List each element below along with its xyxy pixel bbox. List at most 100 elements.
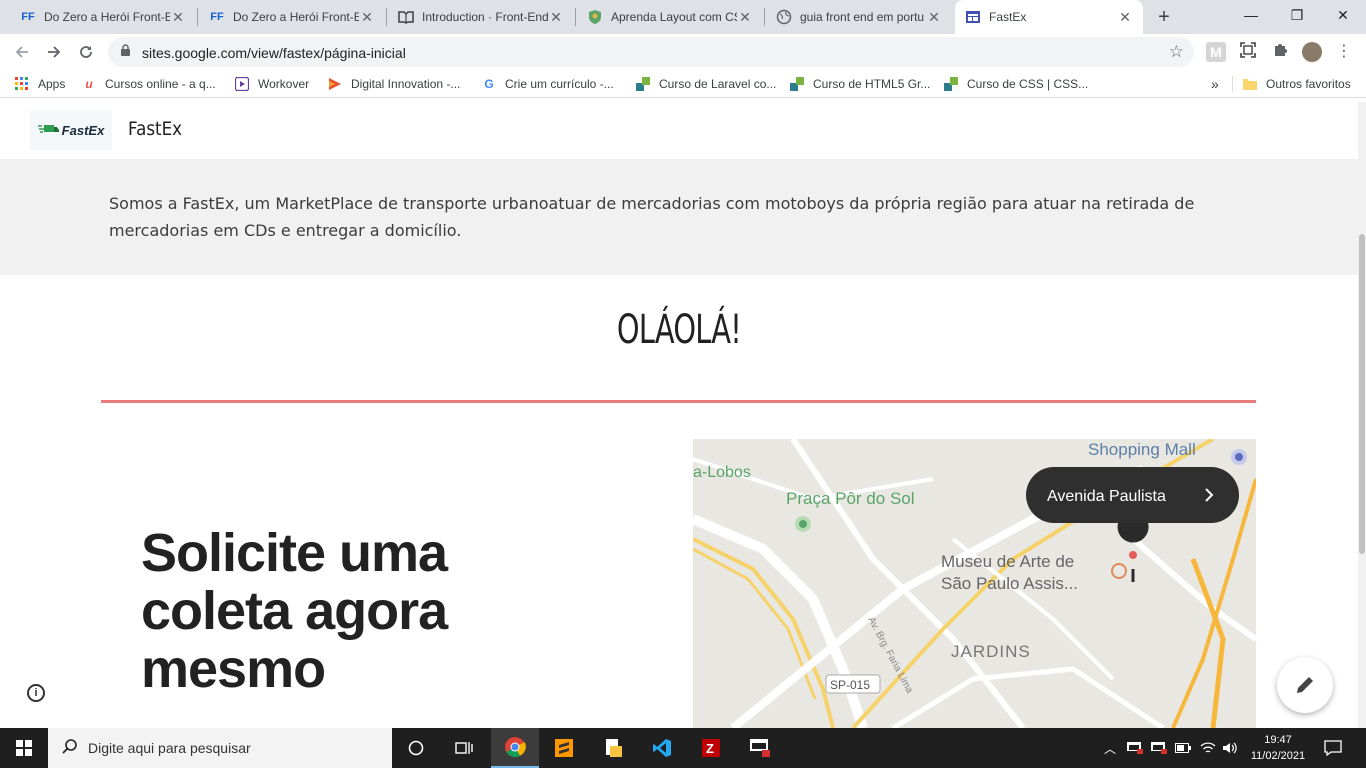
cta-heading: Solicite uma coleta agora mesmo [141,523,448,699]
bookmark-html5[interactable]: Curso de HTML5 Gr... [789,75,930,93]
shield-icon [587,9,603,25]
map-label-museu-2: São Paulo Assis... [941,574,1078,593]
profile-avatar[interactable] [1302,42,1322,62]
dio-icon [327,76,343,92]
tray-chevron-icon[interactable]: ︿ [1104,728,1116,768]
lock-icon [120,44,131,60]
tab-separator [386,8,387,26]
file-explorer-icon[interactable] [589,728,637,768]
intro-text: Somos a FastEx, um MarketPlace de transp… [109,194,1195,240]
page-heading: OLÁOLÁ! [616,307,742,353]
bookmark-digital-innovation[interactable]: Digital Innovation -... [327,75,460,93]
bookmark-crie-curriculo[interactable]: G Crie um currículo -... [481,75,614,93]
bookmark-css[interactable]: Curso de CSS | CSS... [943,75,1088,93]
screenshot-extension-icon[interactable] [1238,42,1258,62]
more-bookmarks-button[interactable]: » [1211,75,1219,93]
vscode-icon[interactable] [638,728,686,768]
close-icon[interactable]: ✕ [737,9,753,26]
task-view-icon[interactable] [440,728,488,768]
tab-strip: FF Do Zero a Herói Front-E ✕ FF Do Zero … [0,0,1366,34]
udemy-icon: u [85,77,93,91]
site-header: FastEx FastEx [0,102,1358,159]
section-divider [101,400,1256,403]
bookmark-workover[interactable]: Workover [234,75,309,93]
bookmark-apps[interactable]: Apps [14,75,65,93]
bookmark-cursos-online[interactable]: u Cursos online - a q... [81,75,215,93]
browser-toolbar: sites.google.com/view/fastex/página-inic… [0,34,1366,70]
wifi-icon[interactable] [1200,728,1216,768]
maximize-button[interactable]: ❐ [1274,0,1320,34]
search-placeholder: Digite aqui para pesquisar [88,740,251,756]
app-window-icon[interactable] [736,728,784,768]
address-bar[interactable]: sites.google.com/view/fastex/página-inic… [108,37,1194,67]
bookmark-label: Workover [258,77,310,91]
site-title[interactable]: FastEx [128,118,182,140]
page-scrollbar[interactable] [1358,102,1366,728]
bookmark-label: Crie um currículo -... [505,77,614,91]
close-icon[interactable]: ✕ [170,9,186,26]
tab-separator [575,8,576,26]
close-icon[interactable]: ✕ [548,9,564,26]
map-label-praca: Praça Pôr do Sol [786,489,915,508]
info-icon[interactable]: i [27,684,45,702]
scrollbar-thumb[interactable] [1359,234,1365,554]
chrome-taskbar-icon[interactable] [491,728,539,768]
edit-pencil-button[interactable] [1277,657,1333,713]
tab-3[interactable]: Introduction · Front-End ✕ [388,0,574,34]
tab-separator [197,8,198,26]
battery-icon[interactable] [1175,728,1191,768]
windows-start-button[interactable] [0,728,48,768]
tab-2[interactable]: FF Do Zero a Herói Front-E ✕ [199,0,385,34]
back-button[interactable] [8,38,36,66]
close-icon[interactable]: ✕ [1117,9,1133,26]
tab-1[interactable]: FF Do Zero a Herói Front-E ✕ [10,0,196,34]
cortana-icon[interactable] [392,728,440,768]
menu-kebab-icon[interactable]: ⋮ [1334,42,1354,62]
bookmark-label: Curso de Laravel co... [659,77,777,91]
tab-title: Aprenda Layout com CS [611,10,737,24]
tab-separator [764,8,765,26]
taskbar-search[interactable]: Digite aqui para pesquisar [48,728,392,768]
volume-icon[interactable] [1222,728,1238,768]
forward-button[interactable] [40,38,68,66]
bookmark-laravel[interactable]: Curso de Laravel co... [635,75,776,93]
truck-icon [37,124,60,137]
tab-title: Do Zero a Herói Front-E [44,10,170,24]
system-clock[interactable]: 19:47 11/02/2021 [1240,732,1316,764]
tray-app-icon-2[interactable] [1150,728,1168,768]
tab-title: FastEx [989,10,1027,24]
sublime-text-icon[interactable] [540,728,588,768]
minimize-button[interactable]: — [1228,0,1274,34]
bookmark-star-icon[interactable]: ☆ [1169,42,1184,62]
tab-6-active[interactable]: FastEx ✕ [955,0,1143,34]
windows-taskbar: Digite aqui para pesquisar Z ︿ 19:47 11/… [0,728,1366,768]
book-icon [398,9,414,25]
reload-button[interactable] [72,38,100,66]
bookmark-label: Apps [38,77,66,91]
other-bookmarks-folder[interactable]: Outros favoritos [1242,75,1351,93]
notifications-icon[interactable] [1324,728,1342,768]
tab-4[interactable]: Aprenda Layout com CS ✕ [577,0,763,34]
tray-app-icon-1[interactable] [1126,728,1144,768]
globe-icon [776,9,792,25]
ff-favicon-icon: FF [210,11,224,23]
sites-icon [965,9,981,25]
map-graphic: Shopping Mall a-Lobos Praça Pôr do Sol M… [693,439,1256,728]
svg-text:Z: Z [706,741,714,756]
close-icon[interactable]: ✕ [926,9,942,26]
extension-m-icon[interactable]: M [1206,42,1226,62]
course-icon [635,76,651,92]
filezilla-icon[interactable]: Z [687,728,735,768]
site-logo[interactable]: FastEx [30,110,112,150]
extensions-puzzle-icon[interactable] [1270,42,1290,62]
clock-time: 19:47 [1264,734,1292,746]
new-tab-button[interactable]: + [1152,5,1176,29]
bookmark-label: Curso de HTML5 Gr... [813,77,931,91]
map-embed[interactable]: Shopping Mall a-Lobos Praça Pôr do Sol M… [693,439,1256,728]
bookmark-label: Digital Innovation -... [351,77,461,91]
bookmarks-separator [1232,76,1233,92]
tab-5[interactable]: guia front end em portu ✕ [766,0,952,34]
close-window-button[interactable]: ✕ [1320,0,1366,34]
close-icon[interactable]: ✕ [359,9,375,26]
logo-text: FastEx [61,122,105,138]
